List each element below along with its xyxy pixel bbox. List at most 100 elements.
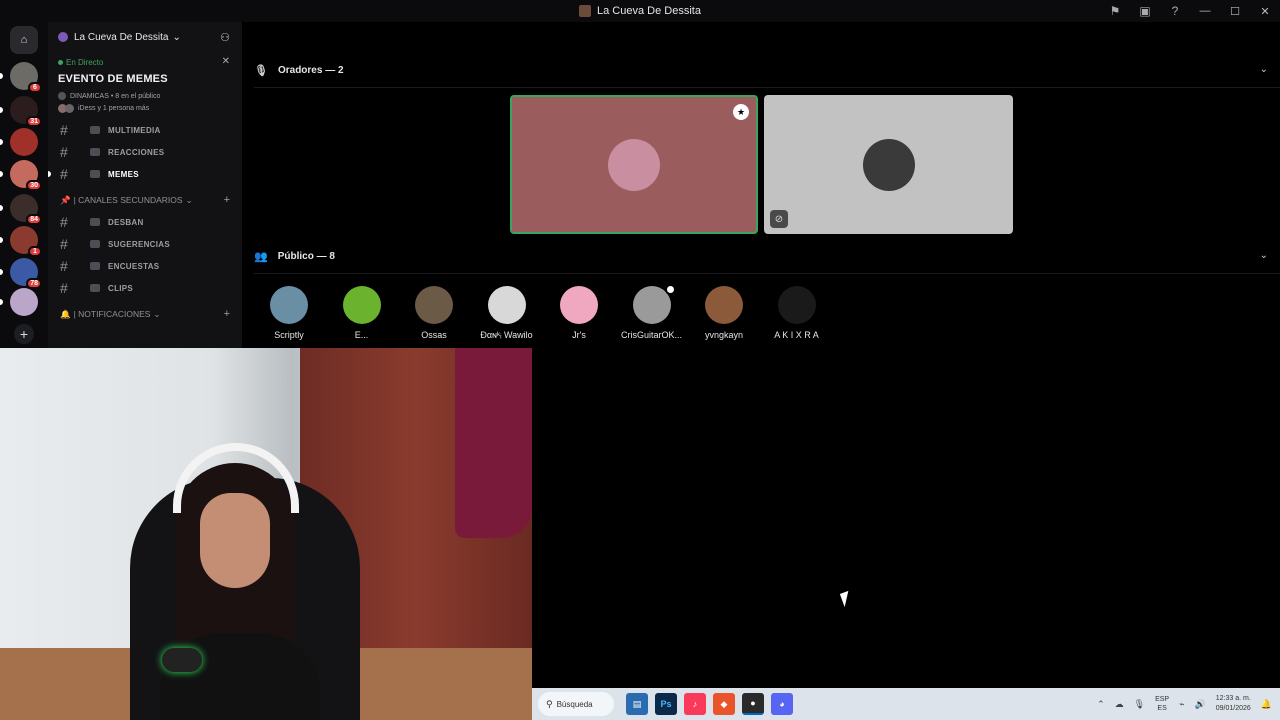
photoshop-icon[interactable]: Ps bbox=[655, 693, 677, 715]
chevron-down-icon[interactable]: ⌄ bbox=[1260, 64, 1268, 75]
avatar bbox=[777, 286, 816, 324]
category-notifications[interactable]: 🔔 | NOTIFICACIONES ⌄ + bbox=[48, 303, 242, 325]
file-explorer-icon[interactable]: ▤ bbox=[626, 693, 648, 715]
server-header[interactable]: La Cueva De Dessita ⌄ ⚇ bbox=[48, 22, 242, 52]
channel-multimedia[interactable]: # MULTIMEDIA bbox=[48, 119, 242, 141]
taskbar-search[interactable]: ⚲ Búsqueda bbox=[538, 692, 614, 716]
add-server-button[interactable]: + bbox=[14, 324, 34, 344]
audience-name: Ðαɴᵏᵢ Wawilo bbox=[480, 330, 533, 340]
notification-icon[interactable]: 🔔 bbox=[1261, 699, 1272, 710]
inbox-icon[interactable]: ▣ bbox=[1130, 0, 1160, 22]
audience-member[interactable]: Scriptly bbox=[251, 286, 327, 340]
attendees-text: iDess y 1 persona más bbox=[78, 105, 150, 112]
server-icon[interactable]: 1 bbox=[10, 226, 42, 257]
brave-icon[interactable]: ◆ bbox=[713, 693, 735, 715]
mention-badge: 84 bbox=[26, 214, 42, 225]
audience-member[interactable]: E... bbox=[324, 286, 400, 340]
avatar bbox=[270, 286, 308, 324]
help-icon[interactable]: ? bbox=[1160, 0, 1190, 22]
audience-name: yvngkayn bbox=[704, 330, 744, 340]
time: 12:33 a. m. bbox=[1215, 695, 1251, 702]
language-indicator[interactable]: ESP ES bbox=[1155, 695, 1169, 713]
channel-label: CLIPS bbox=[108, 283, 134, 293]
channel-encuestas[interactable]: # ENCUESTAS bbox=[48, 255, 242, 277]
unread-pip bbox=[0, 299, 3, 305]
channel-desban[interactable]: # DESBAN bbox=[48, 211, 242, 233]
audience-member[interactable]: Ossas bbox=[396, 286, 472, 340]
unread-pip bbox=[0, 205, 3, 211]
music-icon[interactable]: ♪ bbox=[684, 693, 706, 715]
channel-emoji-icon bbox=[90, 148, 100, 156]
live-event-card[interactable]: En Directo ✕ EVENTO DE MEMES DINAMICAS •… bbox=[48, 52, 242, 117]
speaker-tile[interactable]: ⊘ bbox=[764, 95, 1013, 234]
network-icon[interactable]: ⌁ bbox=[1179, 699, 1184, 710]
server-icon[interactable]: 78 bbox=[10, 258, 42, 289]
flag-icon[interactable]: ⚑ bbox=[1100, 0, 1130, 22]
audience-name: Jr's bbox=[572, 330, 586, 340]
minimize-button[interactable]: — bbox=[1190, 0, 1220, 22]
status-icon bbox=[664, 284, 676, 295]
channel-emoji-icon bbox=[90, 284, 100, 292]
maximize-button[interactable]: ☐ bbox=[1220, 0, 1250, 22]
chevron-down-icon[interactable]: ⌄ bbox=[1260, 250, 1268, 261]
audience-member[interactable]: yvngkayn bbox=[686, 286, 762, 340]
microphone-icon[interactable]: 🎙 bbox=[1134, 699, 1145, 710]
close-icon[interactable]: ✕ bbox=[222, 56, 230, 67]
close-button[interactable]: ✕ bbox=[1250, 0, 1280, 22]
pin-icon: 📌 bbox=[60, 194, 71, 205]
mention-badge: 78 bbox=[26, 278, 42, 289]
audience-member[interactable]: CrisGuitarOK... bbox=[614, 284, 690, 340]
unread-pip bbox=[0, 237, 3, 243]
event-attendees: iDess y 1 persona más bbox=[58, 104, 232, 113]
avatar bbox=[608, 138, 660, 191]
server-icon[interactable] bbox=[10, 288, 38, 316]
audience-member[interactable]: Jr's bbox=[541, 286, 617, 340]
event-title: EVENTO DE MEMES bbox=[58, 73, 168, 85]
discord-icon[interactable]: ◕ bbox=[771, 693, 793, 715]
hash-icon: # bbox=[60, 236, 69, 252]
audience-member[interactable]: A K I X R A bbox=[759, 286, 835, 340]
discord-home-icon[interactable]: ⌂ bbox=[10, 26, 38, 54]
cloud-icon[interactable]: ☁ bbox=[1115, 699, 1124, 710]
volume-icon[interactable]: 🔊 bbox=[1195, 699, 1206, 710]
audience-name: Scriptly bbox=[274, 330, 304, 340]
channel-emoji-icon bbox=[90, 218, 100, 226]
channel-sugerencias[interactable]: # SUGERENCIAS bbox=[48, 233, 242, 255]
clock[interactable]: 12:33 a. m. 09/01/2026 bbox=[1216, 694, 1251, 714]
mention-badge: 1 bbox=[28, 246, 42, 257]
category-secondary[interactable]: 📌 | CANALES SECUNDARIOS ⌄ + bbox=[48, 189, 242, 211]
audience-name: Ossas bbox=[421, 330, 447, 340]
channel-label: REACCIONES bbox=[108, 147, 165, 157]
headset-icon bbox=[173, 443, 299, 513]
hash-icon: # bbox=[60, 214, 69, 230]
divider bbox=[254, 87, 1280, 88]
audience-member[interactable]: Ðαɴᵏᵢ Wawilo bbox=[469, 286, 545, 340]
add-channel-icon[interactable]: + bbox=[224, 308, 230, 320]
people-icon: 👥 bbox=[254, 250, 268, 263]
channel-label: ENCUESTAS bbox=[108, 261, 160, 271]
channel-memes[interactable]: # MEMES bbox=[48, 163, 242, 185]
speaker-tile[interactable]: ★ bbox=[510, 95, 758, 234]
channel-reacciones[interactable]: # REACCIONES bbox=[48, 141, 242, 163]
app-icon[interactable]: ● bbox=[742, 693, 764, 715]
server-icon[interactable]: 30 bbox=[10, 160, 42, 191]
channel-emoji-icon bbox=[90, 240, 100, 248]
server-icon[interactable]: 84 bbox=[10, 194, 42, 225]
category-label: | CANALES SECUNDARIOS bbox=[73, 195, 183, 205]
server-icon[interactable]: 6 bbox=[10, 62, 42, 93]
date: 09/01/2026 bbox=[1215, 705, 1251, 712]
add-channel-icon[interactable]: + bbox=[224, 194, 230, 206]
invite-icon[interactable]: ⚇ bbox=[220, 31, 230, 44]
chevron-up-icon[interactable]: ⌃ bbox=[1097, 699, 1105, 710]
audience-label: Público — 8 bbox=[277, 250, 335, 262]
server-icon[interactable] bbox=[10, 128, 38, 156]
speakers-label: Oradores — 2 bbox=[277, 64, 344, 76]
search-icon: ⚲ bbox=[546, 698, 553, 709]
server-icon[interactable]: 31 bbox=[10, 96, 42, 127]
channel-label: DESBAN bbox=[108, 217, 144, 227]
channel-emoji-icon bbox=[90, 126, 100, 134]
audience-header: 👥 Público — 8 bbox=[254, 246, 335, 266]
channel-clips[interactable]: # CLIPS bbox=[48, 277, 242, 299]
moderator-icon: ★ bbox=[733, 104, 749, 120]
hash-icon: # bbox=[60, 166, 69, 182]
